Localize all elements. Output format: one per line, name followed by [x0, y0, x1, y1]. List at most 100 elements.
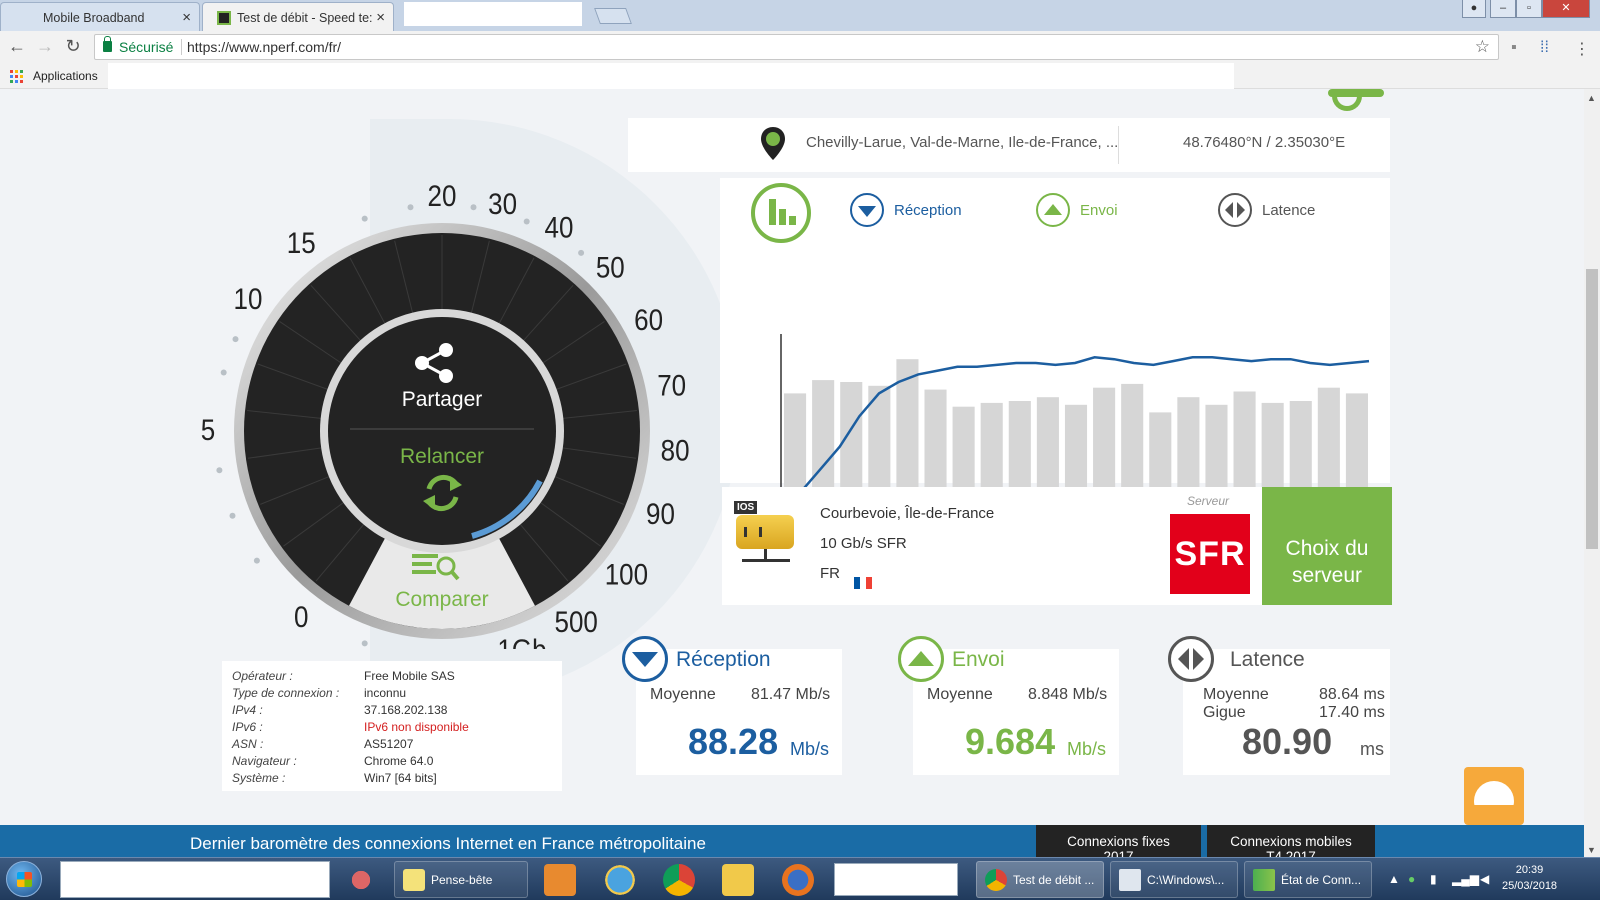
- reload-icon[interactable]: ↻: [62, 36, 84, 57]
- compare-label[interactable]: Comparer: [395, 588, 488, 611]
- legend-label: Envoi: [1080, 202, 1118, 219]
- reception-value: 88.28: [688, 721, 779, 762]
- menu-kebab-icon[interactable]: ⋮: [1574, 39, 1590, 59]
- tab-speedtest[interactable]: Test de débit - Speed te: ×: [202, 2, 394, 31]
- share-label[interactable]: Partager: [402, 388, 483, 411]
- scroll-top-button[interactable]: [1464, 767, 1524, 825]
- taskbar-clock[interactable]: 20:39 25/03/2018: [1502, 862, 1557, 894]
- taskbar-item-explorer[interactable]: C:\Windows\...: [1110, 861, 1238, 898]
- reception-avg-value: 81.47 Mb/s: [751, 686, 831, 703]
- sticky-notes-icon: [403, 869, 425, 891]
- latency-avg-value: 88.64 ms: [1319, 686, 1385, 703]
- media-player-icon[interactable]: [544, 864, 576, 896]
- reception-avg-label: Moyenne: [650, 686, 716, 703]
- choose-server-button[interactable]: Choix du serveur: [1262, 487, 1392, 605]
- bookmark-star-icon[interactable]: ☆: [1475, 37, 1490, 57]
- new-tab-button[interactable]: [594, 8, 632, 24]
- info-value: Win7 [64 bits]: [364, 771, 437, 785]
- browser-toolbar: ← → ↻ Sécurisé https://www.nperf.com/fr/…: [0, 31, 1600, 63]
- scroll-up-arrow-icon[interactable]: ▲: [1587, 93, 1596, 103]
- tab-mobile-broadband[interactable]: Mobile Broadband ×: [0, 2, 200, 31]
- wrench-icon[interactable]: [1328, 89, 1384, 111]
- info-key: Système :: [232, 771, 286, 785]
- tray-battery-icon[interactable]: ▮: [1430, 872, 1437, 886]
- tray-volume-icon[interactable]: ◀: [1480, 872, 1489, 886]
- mobile-connections-tab[interactable]: Connexions mobiles T4 2017: [1207, 825, 1375, 857]
- apps-grid-icon[interactable]: [10, 70, 23, 83]
- back-arrow-icon[interactable]: ←: [6, 36, 28, 57]
- file-explorer-icon[interactable]: [722, 864, 754, 896]
- extension-grid-icon[interactable]: ⁞⁞: [1540, 39, 1549, 57]
- taskbar-item-connection-status[interactable]: État de Conn...: [1244, 861, 1372, 898]
- upload-avg-label: Moyenne: [927, 686, 993, 703]
- info-value: inconnu: [364, 686, 407, 700]
- taskbar-blank-item[interactable]: [834, 863, 958, 896]
- gauge-tick-label: 20: [428, 179, 457, 212]
- info-value: Chrome 64.0: [364, 754, 434, 768]
- restart-label[interactable]: Relancer: [400, 445, 484, 468]
- gauge-tick-label: 50: [596, 251, 625, 284]
- coordinates-text: 48.76480°N / 2.35030°E: [1183, 134, 1346, 151]
- upload-value: 9.684: [965, 721, 1056, 762]
- gauge-dot: [361, 215, 368, 222]
- gauge-tick-label: 100: [605, 558, 648, 591]
- info-value: Free Mobile SAS: [364, 669, 455, 683]
- barometer-text[interactable]: Dernier baromètre des connexions Interne…: [190, 834, 706, 854]
- chrome-icon[interactable]: [663, 864, 695, 896]
- snipping-tool-icon[interactable]: [345, 864, 377, 896]
- lock-icon: [103, 36, 112, 52]
- latency-unit: ms: [1360, 739, 1384, 759]
- fixed-connections-tab[interactable]: Connexions fixes 2017: [1036, 825, 1201, 857]
- apps-bookmark[interactable]: Applications: [33, 69, 98, 83]
- map-pin-icon: [761, 127, 785, 160]
- taskbar-item-pense-bete[interactable]: Pense-bête: [394, 861, 528, 898]
- window-close-button[interactable]: ✕: [1542, 0, 1590, 18]
- gauge-tick-label: 0: [294, 601, 308, 634]
- page-scrollbar[interactable]: ▲ ▼: [1584, 89, 1600, 857]
- gauge-dot: [407, 204, 414, 211]
- address-bar[interactable]: Sécurisé https://www.nperf.com/fr/ ☆: [94, 34, 1499, 60]
- gauge-tick-label: 40: [545, 211, 574, 244]
- tray-network-icon[interactable]: ▂▄▆: [1452, 872, 1479, 886]
- taskbar-search-box[interactable]: [60, 861, 330, 898]
- taskbar-item-chrome-speedtest[interactable]: Test de débit ...: [976, 861, 1104, 898]
- chrome-icon: [985, 869, 1007, 891]
- reception-title: Réception: [676, 648, 771, 671]
- tray-expand-icon[interactable]: ▲: [1388, 872, 1400, 886]
- tab-sublabel: 2017: [1103, 849, 1134, 857]
- taskbar-item-label: C:\Windows\...: [1147, 873, 1225, 887]
- chart-bars-icon[interactable]: [751, 183, 811, 243]
- info-key: Opérateur :: [232, 669, 293, 683]
- speedtest-page: Chevilly-Larue, Val-de-Marne, Ile-de-Fra…: [0, 89, 1584, 825]
- scroll-down-arrow-icon[interactable]: ▼: [1587, 845, 1596, 855]
- close-icon[interactable]: ×: [182, 9, 191, 26]
- profile-icon[interactable]: ●: [1462, 0, 1486, 18]
- scrollbar-thumb[interactable]: [1586, 269, 1598, 549]
- legend-label: Réception: [894, 202, 962, 219]
- close-icon[interactable]: ×: [376, 9, 385, 26]
- taskbar-item-label: État de Conn...: [1281, 873, 1362, 887]
- connection-info-card: Opérateur : Free Mobile SAS Type de connex…: [222, 661, 562, 791]
- gauge-dot: [229, 512, 236, 519]
- tray-sync-icon[interactable]: ●: [1408, 872, 1415, 886]
- location-card: Chevilly-Larue, Val-de-Marne, Ile-de-Fra…: [628, 118, 1390, 172]
- internet-explorer-icon[interactable]: [604, 864, 636, 896]
- gauge-dot: [361, 640, 368, 647]
- minimize-button[interactable]: –: [1490, 0, 1516, 18]
- gauge-dot: [578, 249, 585, 256]
- latency-arrows-icon: [1168, 636, 1214, 682]
- barometer-banner: Dernier baromètre des connexions Interne…: [0, 825, 1584, 857]
- tab-strip: Mobile Broadband × Test de débit - Speed…: [0, 0, 1600, 31]
- server-card: IOS Courbevoie, Île-de-France 10 Gb/s SF…: [722, 487, 1392, 605]
- upload-title: Envoi: [952, 648, 1005, 671]
- info-key: IPv4 :: [232, 703, 263, 717]
- forward-arrow-icon[interactable]: →: [34, 36, 56, 57]
- download-arrow-icon: [850, 193, 884, 227]
- start-button[interactable]: [6, 861, 42, 897]
- location-text: Chevilly-Larue, Val-de-Marne, Ile-de-Fra…: [806, 134, 1119, 151]
- extension-icon[interactable]: ▪: [1511, 39, 1517, 57]
- firefox-icon[interactable]: [782, 864, 814, 896]
- france-flag-icon: [854, 577, 872, 589]
- tab-title: Test de débit - Speed te:: [237, 11, 373, 25]
- maximize-button[interactable]: ▫: [1516, 0, 1542, 18]
